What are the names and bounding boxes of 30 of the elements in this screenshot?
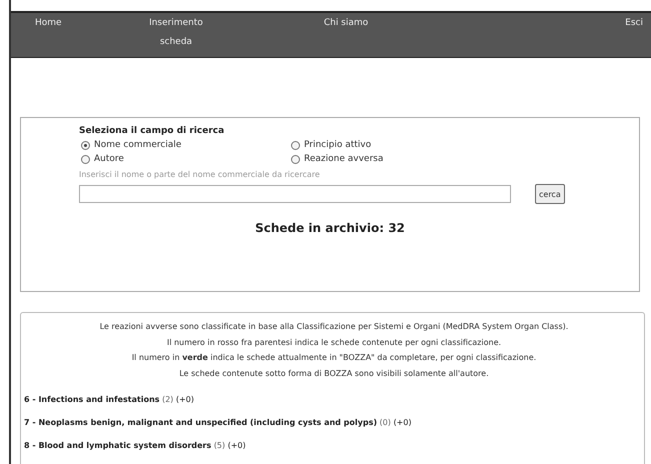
nav-link[interactable]: Inserimento scheda (136, 13, 216, 52)
archive-count: Schede in archivio: 32 (254, 221, 406, 235)
radio-label: Principio attivo (304, 140, 372, 150)
search-field[interactable] (79, 185, 511, 203)
info-text: Il numero in rosso fra parentesi indica le schede contenute per ogni classificazione. (166, 336, 502, 349)
radio-button[interactable] (291, 154, 300, 164)
draft-count: (+0) (228, 441, 246, 450)
nav-link[interactable]: Home (11, 13, 91, 33)
draft-count: (+0) (393, 418, 412, 427)
radio-button[interactable] (81, 140, 90, 150)
draft-count: (+0) (176, 395, 194, 404)
radio-button[interactable] (81, 154, 90, 164)
category-link[interactable]: 8 - Blood and lymphatic system disorders (24, 441, 212, 450)
category-count: (0) (380, 418, 391, 427)
radio-label: Reazione avversa (304, 154, 384, 164)
search-hint: Inserisci il nome o parte del nome commerciale da ricercare (79, 170, 321, 179)
nav-link[interactable]: Chi siamo (261, 13, 431, 33)
radio-label: Nome commerciale (94, 140, 182, 150)
info-text: Le reazioni avverse sono classificate in base alla Classificazione per Sistemi e Organi (MedDRA System Organ Class). (98, 321, 570, 333)
category-count: (2) (162, 395, 174, 404)
radio-button[interactable] (291, 140, 300, 150)
nav-link[interactable]: Esci (431, 13, 651, 33)
category-link[interactable]: 7 - Neoplasms benign, malignant and unspecified (including cysts and polyps) (24, 418, 377, 427)
category-count: (5) (214, 441, 226, 450)
search-heading: Seleziona il campo di ricerca (79, 126, 226, 136)
info-text: Il numero in verde indica le schede attualmente in "BOZZA" da completare, per ogni classificazione. (130, 352, 538, 364)
info-text: Le schede contenute sotto forma di BOZZA sono visibili solamente all'autore. (178, 368, 490, 380)
radio-label: Autore (94, 154, 124, 164)
category-link[interactable]: 6 - Infections and infestations (24, 395, 160, 404)
search-button[interactable]: cerca (535, 184, 565, 204)
